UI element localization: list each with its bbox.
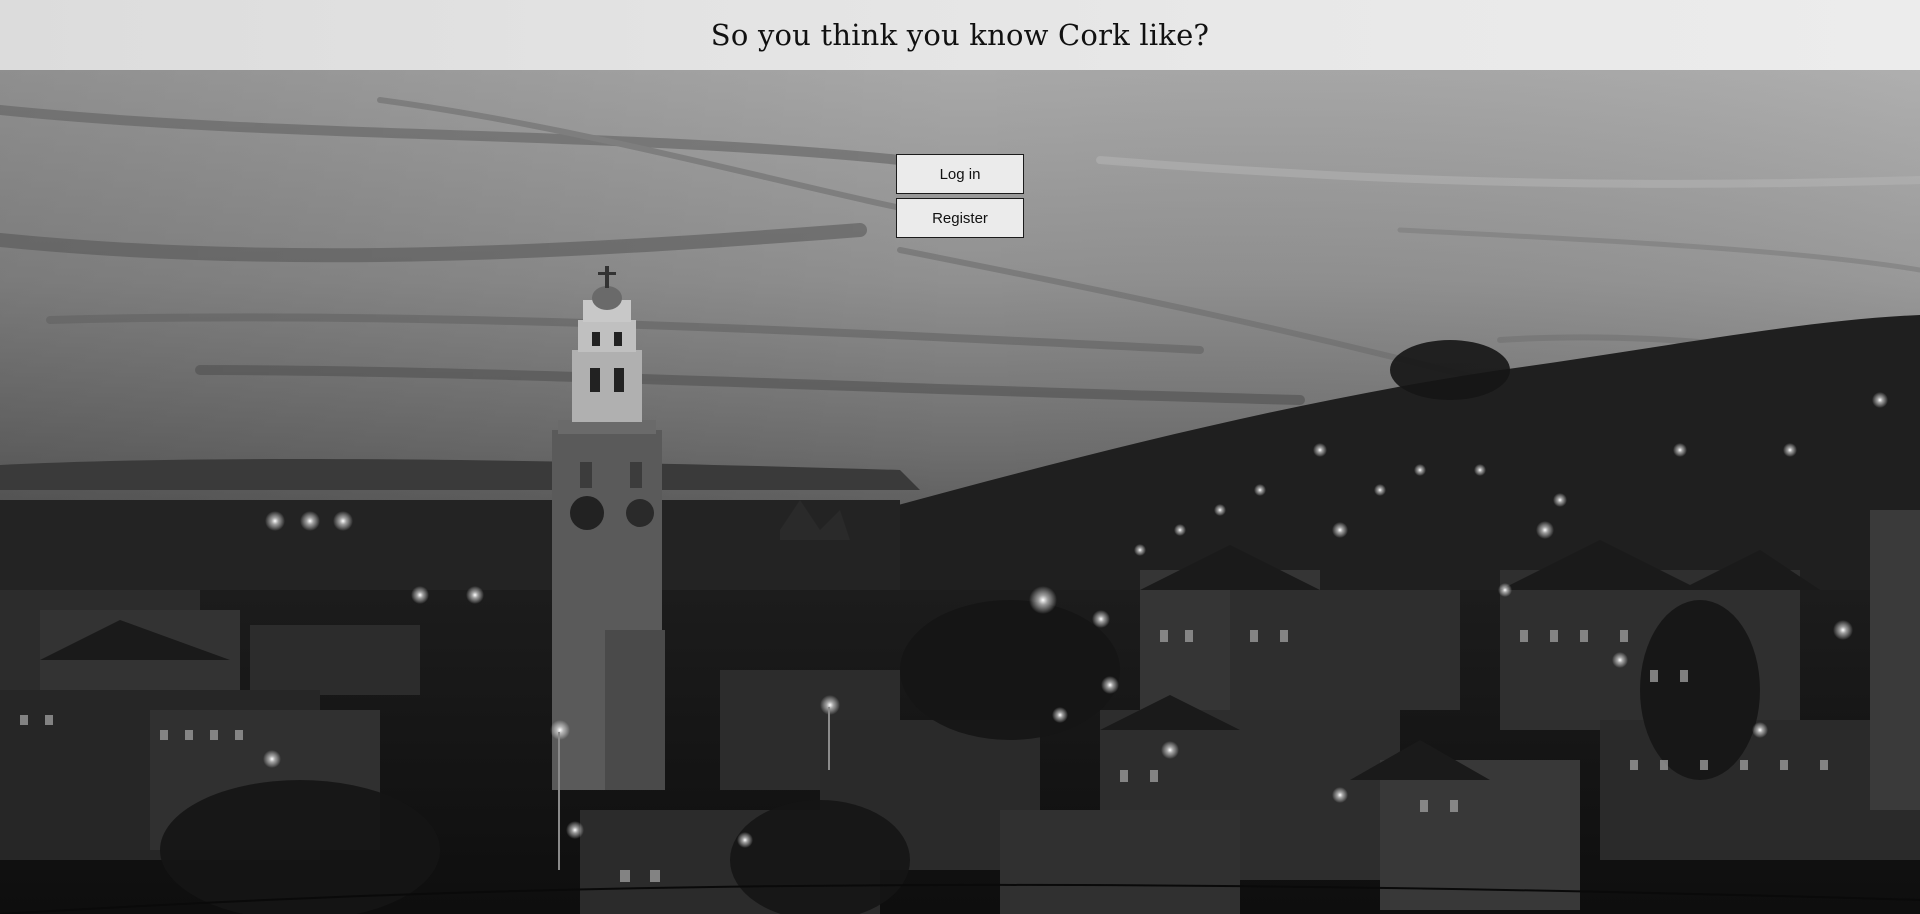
page-title: So you think you know Cork like?: [710, 18, 1210, 52]
login-button[interactable]: Log in: [896, 154, 1024, 194]
auth-buttons: Log in Register: [896, 154, 1024, 238]
site-header: So you think you know Cork like?: [0, 0, 1920, 70]
register-button[interactable]: Register: [896, 198, 1024, 238]
